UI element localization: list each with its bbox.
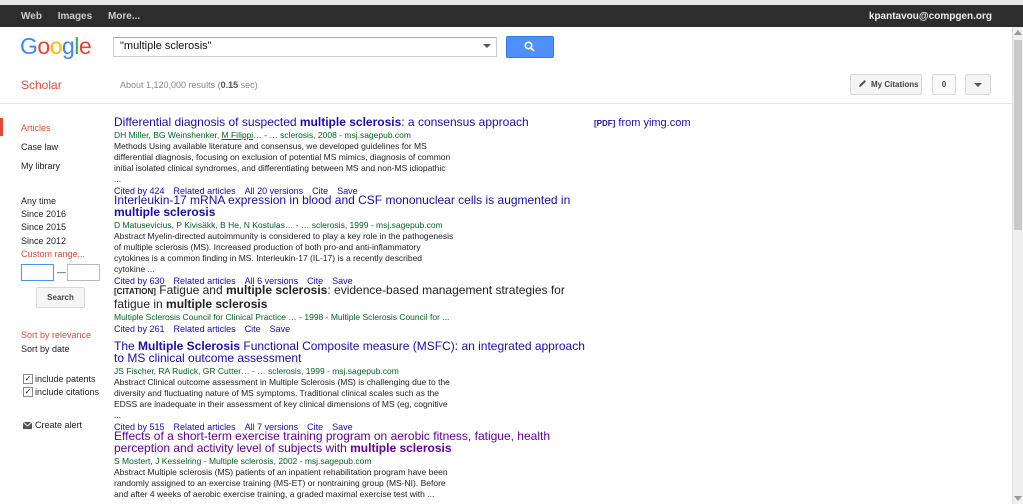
- scroll-up-icon[interactable]: [1014, 30, 1022, 35]
- alerts-count-button[interactable]: 0: [932, 74, 956, 95]
- result-item: The Multiple Sclerosis Functional Compos…: [114, 340, 594, 433]
- include-citations-label[interactable]: include citations: [35, 387, 99, 397]
- user-account-link[interactable]: kpantavou@compgen.org: [869, 11, 992, 22]
- pencil-icon: [859, 80, 866, 87]
- pdf-download-link[interactable]: [PDF] from yimg.com: [594, 117, 691, 129]
- top-link-more[interactable]: More...: [108, 11, 140, 22]
- scholar-label[interactable]: Scholar: [21, 78, 62, 92]
- result-item: [CITATION] Fatigue and multiple sclerosi…: [114, 284, 594, 335]
- my-citations-button[interactable]: My Citations: [850, 74, 922, 95]
- save-link[interactable]: Save: [270, 324, 291, 334]
- range-end-input[interactable]: [67, 264, 100, 281]
- scroll-down-icon[interactable]: [1014, 496, 1022, 501]
- sidebar-item-articles[interactable]: Articles: [21, 123, 51, 133]
- citation-tag: [CITATION]: [114, 287, 156, 296]
- result-snippet: Abstract Clinical outcome assessment in …: [114, 377, 450, 420]
- result-title[interactable]: Effects of a short-term exercise trainin…: [114, 430, 594, 454]
- result-count: About 1,120,000 results (0.15 sec): [120, 80, 258, 90]
- range-search-button[interactable]: Search: [36, 287, 85, 308]
- sidebar-item-since-2012[interactable]: Since 2012: [21, 236, 66, 246]
- more-options-button[interactable]: [965, 74, 991, 95]
- result-authors: JS Fischer, RA Rudick, GR Cutter… - … sc…: [114, 366, 399, 376]
- sidebar-item-any-time[interactable]: Any time: [21, 196, 56, 206]
- scholar-subheader: Scholar About 1,120,000 results (0.15 se…: [0, 65, 1012, 104]
- top-link-web[interactable]: Web: [21, 11, 42, 22]
- search-icon: [524, 41, 535, 52]
- include-patents-label[interactable]: include patents: [35, 374, 96, 384]
- result-title: [CITATION] Fatigue and multiple sclerosi…: [114, 283, 565, 311]
- sidebar-item-case-law[interactable]: Case law: [21, 142, 58, 152]
- sidebar-item-since-2016[interactable]: Since 2016: [21, 209, 66, 219]
- sidebar-item-custom-range[interactable]: Custom range...: [21, 249, 85, 259]
- sort-by-relevance[interactable]: Sort by relevance: [21, 330, 91, 340]
- result-title[interactable]: Interleukin-17 mRNA expression in blood …: [114, 194, 594, 218]
- search-header: Google "multiple sclerosis": [0, 27, 1012, 65]
- google-logo[interactable]: Google: [20, 33, 92, 60]
- top-link-images[interactable]: Images: [58, 11, 92, 22]
- result-authors: DH Miller, BG Weinshenker, M Filippi… - …: [114, 130, 411, 140]
- sidebar-item-since-2015[interactable]: Since 2015: [21, 222, 66, 232]
- result-authors: D Matusevicius, P Kivisäkk, B He, N Kost…: [114, 220, 443, 230]
- result-title[interactable]: The Multiple Sclerosis Functional Compos…: [114, 340, 594, 364]
- range-dash: —: [57, 267, 66, 277]
- cited-by-link[interactable]: Cited by 261: [114, 324, 165, 334]
- range-start-input[interactable]: [21, 264, 54, 281]
- result-title[interactable]: Differential diagnosis of suspected mult…: [114, 116, 594, 128]
- include-patents-checkbox[interactable]: ✓: [23, 374, 33, 384]
- result-snippet: Methods Using available literature and c…: [114, 141, 451, 184]
- chevron-down-icon: [974, 83, 982, 87]
- result-authors: S Mostert, J Kesselring - Multiple scler…: [114, 456, 372, 466]
- result-item: Differential diagnosis of suspected mult…: [114, 116, 594, 197]
- search-button[interactable]: [506, 36, 554, 58]
- result-actions: Cited by 261 Related articles Cite Save: [114, 324, 594, 335]
- result-item: Effects of a short-term exercise trainin…: [114, 430, 594, 500]
- result-item: Interleukin-17 mRNA expression in blood …: [114, 194, 594, 287]
- include-citations-checkbox[interactable]: ✓: [23, 387, 33, 397]
- top-navigation-bar: Web Images More... kpantavou@compgen.org: [0, 5, 1023, 27]
- result-snippet: Abstract Myelin-directed autoimmunity is…: [114, 231, 454, 274]
- related-articles-link[interactable]: Related articles: [174, 324, 236, 334]
- search-input[interactable]: "multiple sclerosis": [113, 37, 497, 57]
- envelope-icon: [23, 422, 32, 429]
- sort-by-date[interactable]: Sort by date: [21, 344, 70, 354]
- create-alert-link[interactable]: Create alert: [35, 420, 82, 430]
- scrollbar-thumb[interactable]: [1014, 40, 1022, 230]
- result-authors: Multiple Sclerosis Council for Clinical …: [114, 312, 450, 322]
- sidebar-item-my-library[interactable]: My library: [21, 161, 60, 171]
- search-query-text: "multiple sclerosis": [120, 40, 212, 52]
- author-link[interactable]: M Filippi: [222, 130, 254, 140]
- active-filter-indicator: [0, 118, 3, 136]
- cite-link[interactable]: Cite: [245, 324, 261, 334]
- result-snippet: Abstract Multiple sclerosis (MS) patient…: [114, 467, 448, 499]
- my-citations-label: My Citations: [871, 80, 919, 89]
- search-options-dropdown-icon[interactable]: [483, 44, 491, 48]
